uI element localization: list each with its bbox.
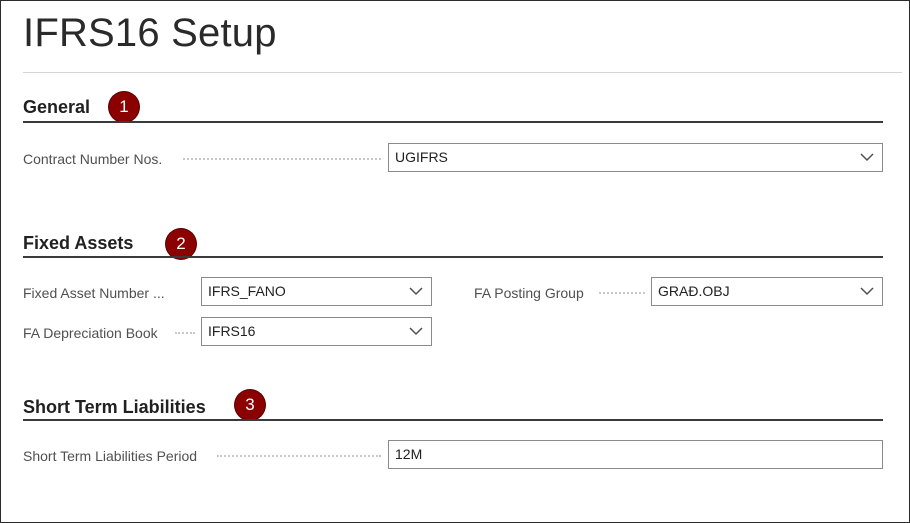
leader-dots [175, 332, 195, 334]
callout-badge-2: 2 [166, 229, 196, 259]
section-rule-general [23, 121, 883, 123]
section-heading-short-term-liabilities[interactable]: Short Term Liabilities [23, 396, 206, 418]
section-rule-fixed-assets [23, 256, 883, 258]
fa-posting-group-label: FA Posting Group [474, 285, 584, 301]
section-heading-fixed-assets[interactable]: Fixed Assets [23, 232, 133, 254]
chevron-down-icon[interactable] [860, 153, 874, 162]
chevron-down-icon[interactable] [409, 327, 423, 336]
chevron-down-icon[interactable] [860, 287, 874, 296]
leader-dots [183, 158, 381, 160]
leader-dots [599, 292, 645, 294]
fa-depreciation-book-label: FA Depreciation Book [23, 325, 158, 341]
fa-depreciation-book-value: IFRS16 [208, 323, 256, 339]
leader-dots [217, 455, 381, 457]
fixed-asset-number-dropdown[interactable]: IFRS_FANO [201, 277, 432, 306]
callout-badge-1: 1 [109, 92, 139, 122]
page-title: IFRS16 Setup [23, 11, 277, 55]
callout-badge-3: 3 [235, 390, 265, 420]
fa-posting-group-value: GRAĐ.OBJ [658, 283, 730, 299]
short-term-liabilities-period-label: Short Term Liabilities Period [23, 448, 198, 464]
fa-depreciation-book-dropdown[interactable]: IFRS16 [201, 317, 432, 346]
chevron-down-icon[interactable] [409, 287, 423, 296]
fixed-asset-number-value: IFRS_FANO [208, 283, 286, 299]
contract-number-nos-label: Contract Number Nos. [23, 151, 163, 167]
contract-number-nos-dropdown[interactable]: UGIFRS [388, 143, 883, 172]
setup-page: IFRS16 Setup General 1 Contract Number N… [0, 0, 910, 523]
section-heading-general[interactable]: General [23, 96, 90, 118]
fa-posting-group-dropdown[interactable]: GRAĐ.OBJ [651, 277, 883, 306]
contract-number-nos-value: UGIFRS [395, 149, 448, 165]
title-divider [23, 72, 902, 73]
short-term-liabilities-period-input[interactable]: 12M [388, 440, 883, 469]
fixed-asset-number-label: Fixed Asset Number ... [23, 285, 165, 301]
section-rule-short-term-liabilities [23, 419, 883, 421]
short-term-liabilities-period-value: 12M [395, 446, 423, 462]
